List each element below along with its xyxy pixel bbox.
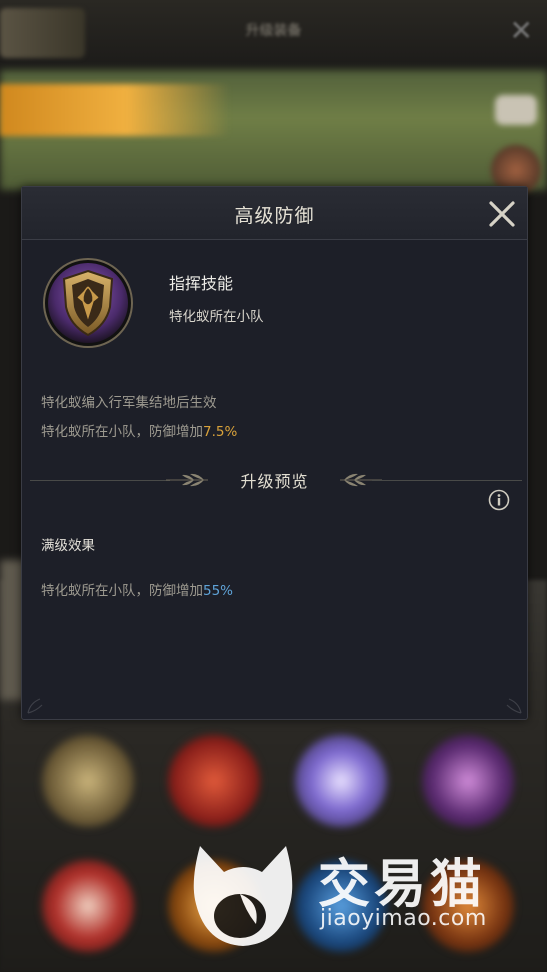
background-skill-orb: [295, 735, 387, 827]
background-close-icon: ✕: [509, 14, 533, 47]
skill-scope-label: 特化蚁所在小队: [169, 309, 264, 325]
background-chip: [495, 95, 537, 125]
corner-ornament-icon: [503, 695, 523, 715]
background-banner: [0, 84, 230, 136]
background-title: 升级装备: [245, 23, 302, 39]
background-skill-orb: [42, 735, 134, 827]
current-effect-line: 特化蚁所在小队，防御增加7.5%: [41, 420, 237, 440]
max-level-label: 满级效果: [41, 538, 95, 554]
skill-type-label: 指挥技能: [169, 274, 234, 293]
watermark-url: jiaoyimao.com: [320, 906, 487, 931]
skill-detail-dialog: 高级防御 指挥技能 特化蚁所在小队 特化蚁编入行军集结地后生效 特化蚁所在小队，…: [21, 186, 528, 720]
background-skill-orb: [422, 735, 514, 827]
dialog-title: 高级防御: [234, 205, 315, 227]
current-effect-value: 7.5%: [203, 424, 238, 440]
current-effect-text: 特化蚁所在小队，防御增加: [41, 424, 203, 440]
max-effect-line: 特化蚁所在小队，防御增加55%: [41, 579, 233, 599]
corner-ornament-icon: [26, 695, 46, 715]
info-icon[interactable]: [488, 489, 510, 511]
section-divider-right: [372, 480, 522, 481]
background-skill-orb: [42, 860, 134, 952]
dialog-header: 高级防御: [22, 187, 527, 240]
max-effect-text: 特化蚁所在小队，防御增加: [41, 583, 203, 599]
shield-skill-icon: [42, 257, 134, 349]
max-effect-value: 55%: [203, 583, 234, 599]
background-skill-orb: [168, 735, 260, 827]
effect-condition-text: 特化蚁编入行军集结地后生效: [41, 395, 217, 411]
watermark-cat-logo: [180, 832, 306, 952]
close-icon[interactable]: [485, 197, 519, 231]
